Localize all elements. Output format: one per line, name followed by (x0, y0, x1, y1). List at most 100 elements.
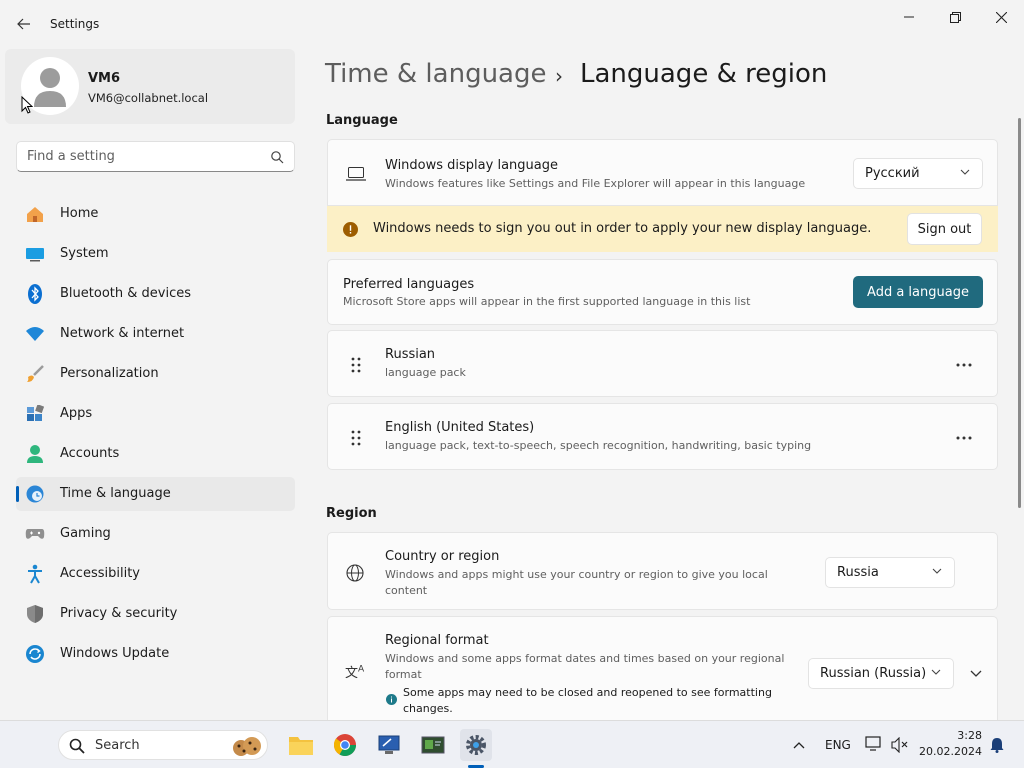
remote-app-icon[interactable] (373, 729, 405, 761)
brush-icon (24, 364, 46, 384)
sidebar-item-gaming[interactable]: Gaming (16, 517, 295, 551)
back-button[interactable] (8, 10, 40, 38)
regional-format-card[interactable]: 文A Regional format Windows and some apps… (327, 616, 998, 720)
settings-icon[interactable] (460, 729, 492, 761)
input-language-indicator[interactable]: ENG (825, 738, 851, 752)
notification-bell-icon[interactable] (990, 737, 1004, 753)
accessibility-icon (24, 564, 46, 584)
shield-icon (24, 604, 46, 624)
home-icon (24, 204, 46, 224)
mouse-cursor-icon (21, 96, 33, 114)
network-status-icon[interactable] (865, 736, 883, 752)
sidebar-item-label: Accessibility (60, 566, 140, 581)
sign-out-button[interactable]: Sign out (907, 213, 982, 245)
sidebar-item-windows-update[interactable]: Windows Update (16, 637, 295, 671)
scrollbar[interactable] (1018, 118, 1021, 508)
title-bar: Settings (0, 0, 1024, 46)
active-indicator (16, 486, 19, 502)
country-region-value: Russia (837, 565, 879, 580)
sidebar-item-home[interactable]: Home (16, 197, 295, 231)
restore-icon (949, 11, 961, 23)
file-explorer-icon[interactable] (285, 729, 317, 761)
sidebar-item-label: System (60, 246, 109, 261)
display-language-subtitle: Windows features like Settings and File … (385, 177, 806, 190)
warning-icon (343, 222, 358, 237)
clock-date[interactable]: 20.02.2024 (916, 745, 982, 758)
sidebar-item-label: Bluetooth & devices (60, 286, 191, 301)
volume-muted-icon[interactable] (891, 737, 909, 753)
more-options-icon[interactable] (956, 436, 972, 440)
preferred-languages-subtitle: Microsoft Store apps will appear in the … (343, 295, 751, 308)
minimize-icon (904, 16, 914, 18)
language-row[interactable]: Russian language pack (327, 330, 998, 397)
chevron-down-icon (932, 568, 942, 574)
sidebar-item-label: Apps (60, 406, 93, 421)
clock-time[interactable]: 3:28 (950, 729, 982, 742)
sidebar-item-label: Accounts (60, 446, 120, 461)
laptop-icon (346, 167, 366, 181)
sidebar-item-label: Personalization (60, 366, 159, 381)
sidebar-item-label: Time & language (60, 486, 171, 501)
add-language-button[interactable]: Add a language (853, 276, 983, 308)
sidebar-item-system[interactable]: System (16, 237, 295, 271)
breadcrumb-parent[interactable]: Time & language (325, 59, 546, 89)
sidebar-item-bluetooth[interactable]: Bluetooth & devices (16, 277, 295, 311)
sidebar-item-accessibility[interactable]: Accessibility (16, 557, 295, 591)
user-card[interactable]: VM6 VM6@collabnet.local (5, 49, 295, 124)
sign-out-warning: Windows needs to sign you out in order t… (327, 206, 998, 252)
sidebar-item-apps[interactable]: Apps (16, 397, 295, 431)
search-input[interactable]: Find a setting (16, 141, 295, 172)
system-icon (24, 244, 46, 264)
app-title: Settings (50, 17, 100, 31)
chrome-icon[interactable] (329, 729, 361, 761)
drag-handle-icon[interactable] (349, 356, 363, 374)
bluetooth-icon (24, 284, 46, 304)
display-language-dropdown[interactable]: Русский (853, 158, 983, 189)
section-heading-region: Region (326, 506, 377, 521)
apps-icon (24, 404, 46, 424)
language-features: language pack (385, 366, 466, 379)
drag-handle-icon[interactable] (349, 429, 363, 447)
sidebar-item-label: Home (60, 206, 99, 221)
taskbar-search-label: Search (95, 738, 140, 753)
chevron-down-icon (931, 669, 941, 675)
user-name: VM6 (88, 71, 121, 86)
taskbar-search[interactable]: Search (58, 730, 268, 760)
warning-text: Windows needs to sign you out in order t… (373, 221, 872, 236)
sidebar-item-label: Privacy & security (60, 606, 178, 621)
country-region-dropdown[interactable]: Russia (825, 557, 955, 588)
user-email: VM6@collabnet.local (88, 91, 209, 105)
chevron-down-icon (960, 169, 970, 175)
country-region-card: Country or region Windows and apps might… (327, 532, 998, 610)
chevron-up-icon[interactable] (793, 741, 805, 749)
sidebar-item-network[interactable]: Network & internet (16, 317, 295, 351)
restore-button[interactable] (932, 4, 978, 30)
sidebar-item-accounts[interactable]: Accounts (16, 437, 295, 471)
close-button[interactable] (978, 4, 1024, 30)
terminal-app-icon[interactable] (417, 729, 449, 761)
sidebar-item-personalization[interactable]: Personalization (16, 357, 295, 391)
sidebar-item-time-language[interactable]: Time & language (16, 477, 295, 511)
preferred-languages-title: Preferred languages (343, 277, 475, 292)
regional-format-subtitle: Windows and some apps format dates and t… (385, 652, 785, 681)
language-row[interactable]: English (United States) language pack, t… (327, 403, 998, 470)
sidebar-item-label: Gaming (60, 526, 111, 541)
section-heading-language: Language (326, 113, 398, 128)
time-language-icon (24, 484, 46, 504)
wifi-icon (24, 324, 46, 344)
country-region-subtitle: Windows and apps might use your country … (385, 568, 768, 597)
regional-format-title: Regional format (385, 633, 489, 648)
back-arrow-icon (17, 18, 30, 30)
accounts-icon (24, 444, 46, 464)
globe-icon (346, 564, 364, 582)
regional-format-dropdown[interactable]: Russian (Russia) (808, 658, 954, 689)
minimize-button[interactable] (886, 4, 932, 30)
sidebar-item-privacy[interactable]: Privacy & security (16, 597, 295, 631)
search-placeholder: Find a setting (27, 149, 115, 164)
display-language-value: Русский (865, 166, 920, 181)
language-features: language pack, text-to-speech, speech re… (385, 439, 812, 452)
expand-chevron-icon[interactable] (970, 669, 982, 679)
close-icon (995, 11, 1007, 23)
more-options-icon[interactable] (956, 363, 972, 367)
sidebar-item-label: Windows Update (60, 646, 170, 661)
